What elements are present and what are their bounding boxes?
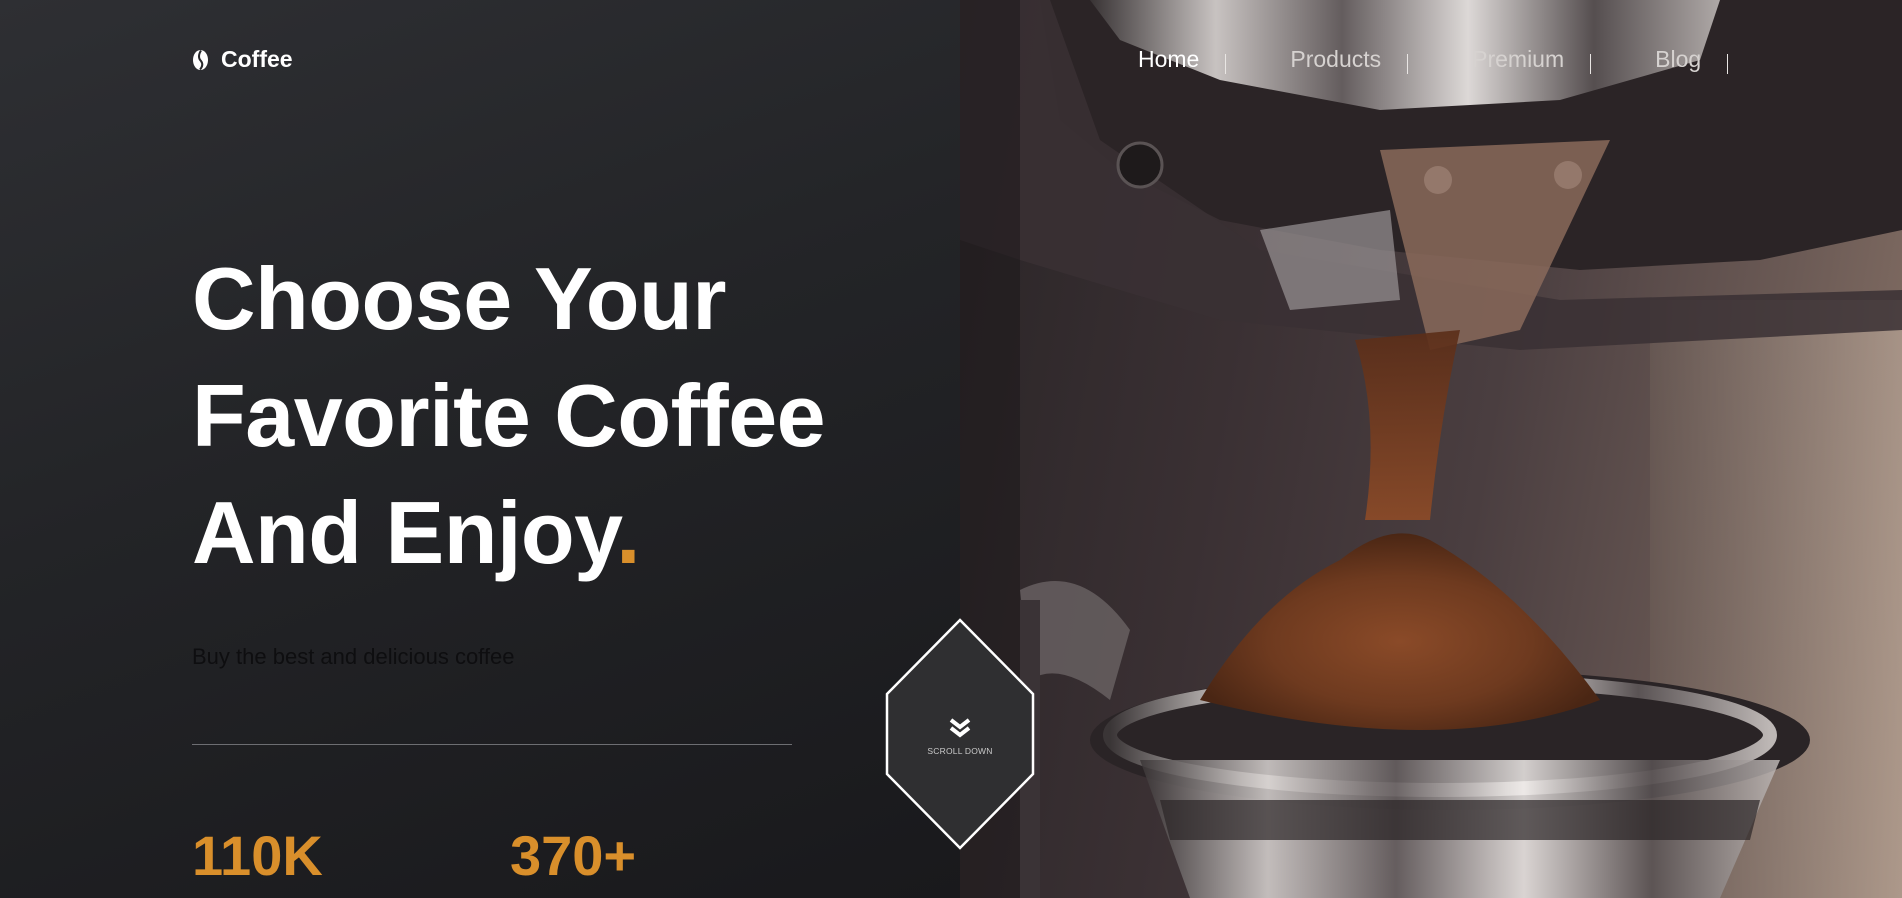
landing-page: Coffee Home Products Premium Blog Choose… (0, 0, 1902, 898)
brand-logo[interactable]: Coffee (192, 46, 293, 73)
hero-subtitle: Buy the best and delicious coffee (192, 644, 515, 669)
hero-title-line-3-text: And Enjoy (192, 483, 617, 582)
scroll-down-button[interactable]: SCROLL DOWN (885, 618, 1035, 850)
hero-title-accent-dot: . (616, 483, 641, 582)
hero-title-line-1: Choose Your (192, 249, 726, 348)
nav-item-premium[interactable]: Premium (1472, 46, 1564, 73)
stat-value: 110K (192, 824, 323, 887)
main-nav: Home Products Premium Blog (1138, 46, 1729, 74)
brand-name: Coffee (221, 46, 293, 72)
double-chevron-down-icon (949, 718, 971, 738)
coffee-grinder-photo (960, 0, 1902, 898)
hero-title-line-3: And Enjoy. (192, 474, 825, 591)
nav-item-products[interactable]: Products (1290, 46, 1381, 73)
nav-separator (1225, 53, 1227, 74)
hero-divider (192, 744, 792, 745)
hero-title-line-2: Favorite Coffee (192, 366, 826, 465)
nav-item-home[interactable]: Home (1138, 46, 1199, 73)
nav-separator (1407, 53, 1409, 74)
coffee-bean-icon (193, 49, 208, 70)
stat-value: 370+ (510, 824, 637, 887)
scroll-down-label: SCROLL DOWN (927, 746, 993, 756)
nav-item-blog[interactable]: Blog (1655, 46, 1701, 73)
nav-separator (1727, 53, 1729, 74)
nav-separator (1590, 53, 1592, 74)
hero-title: Choose Your Favorite Coffee And Enjoy. (192, 240, 826, 591)
